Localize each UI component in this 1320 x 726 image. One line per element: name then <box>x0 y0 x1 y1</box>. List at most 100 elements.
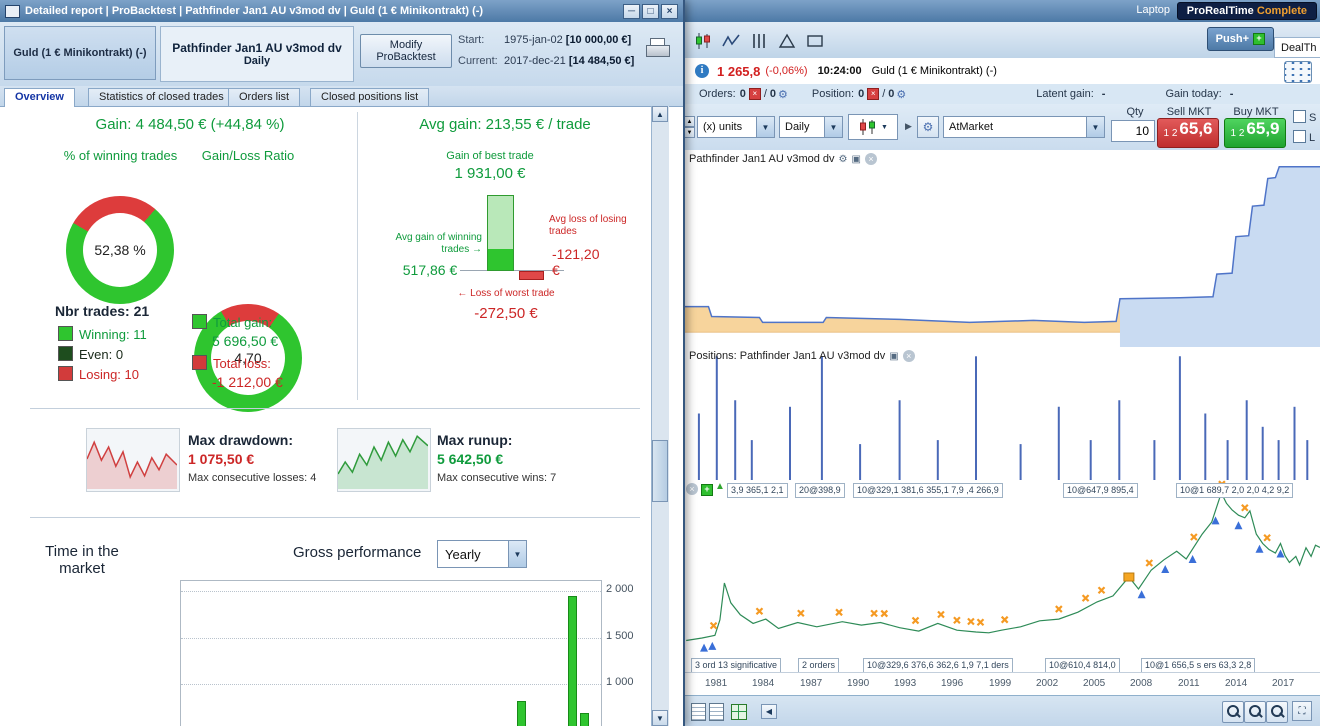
info-icon[interactable]: i <box>695 64 709 78</box>
orders-count: 0 <box>739 88 746 100</box>
print-icon[interactable] <box>646 38 670 60</box>
limit-checkbox-label: L <box>1309 132 1316 144</box>
avg-win-bar-segment <box>488 249 513 270</box>
order-settings-icon[interactable]: ⚙ <box>917 116 939 138</box>
arrow-up-icon: ▲ <box>715 481 725 492</box>
zoom-select-icon[interactable] <box>1266 701 1288 723</box>
position-settings-icon[interactable]: ⚙ <box>896 88 906 101</box>
zigzag-tool-icon[interactable] <box>717 28 745 54</box>
time-in-market-title: Time in the market <box>45 543 119 577</box>
max-runup-label: Max runup: <box>437 432 513 448</box>
scroll-up-icon[interactable]: ▲ <box>652 106 668 122</box>
trade-label[interactable]: 3,9 365,1 2,1 <box>727 483 788 498</box>
buy-mkt-button[interactable]: 1 2 65,9 <box>1224 118 1286 148</box>
price-chart[interactable] <box>683 480 1320 656</box>
zoom-in-icon[interactable] <box>1244 701 1266 723</box>
trade-label[interactable]: 10@329,1 381,6 355,1 7,9 ,4 266,9 <box>853 483 1003 498</box>
push-button[interactable]: Push+ + <box>1206 27 1274 51</box>
last-price: 1 265,8 <box>717 63 761 79</box>
chart-style-button[interactable]: ▼ <box>848 114 898 140</box>
add-indicator-icon[interactable]: + <box>701 484 713 496</box>
gross-performance-period-select[interactable]: Yearly ▼ <box>437 540 527 568</box>
runup-sparkline <box>337 428 431 492</box>
limit-checkbox[interactable]: L <box>1293 130 1315 144</box>
minimize-icon[interactable]: ─ <box>623 3 640 19</box>
tab-statistics[interactable]: Statistics of closed trades <box>88 88 235 106</box>
best-trade-bar <box>487 195 514 271</box>
y-axis-tick: 1 000 <box>606 676 634 688</box>
candlestick-tool-icon[interactable] <box>689 28 717 54</box>
worst-trade-label: ← Loss of worst trade <box>457 288 555 299</box>
units-select[interactable]: (x) units ▼ <box>697 116 775 138</box>
document-icon[interactable] <box>691 703 706 721</box>
ticker-row: i 1 265,8 (-0,06%) 10:24:00 Guld (1 € Mi… <box>683 58 1320 85</box>
document-icon[interactable] <box>709 703 724 721</box>
current-label: Current: <box>458 55 498 67</box>
runup-sparkline-svg <box>338 434 428 489</box>
stop-checkbox-label: S <box>1309 112 1317 124</box>
trade-label[interactable]: 2 orders <box>798 658 840 673</box>
panel-close-icon[interactable]: × <box>902 350 915 362</box>
cancel-orders-icon[interactable]: × <box>748 88 761 100</box>
sell-mkt-button[interactable]: 1 2 65,6 <box>1157 118 1219 148</box>
collapse-arrow-icon[interactable]: ▶ <box>905 121 912 132</box>
time-axis[interactable]: 1981 1984 1987 1990 1993 1996 1999 2002 2005 2008… <box>683 672 1320 696</box>
maximize-icon[interactable]: □ <box>642 3 659 19</box>
trade-label[interactable]: 10@1 689,7 2,0 2,0 4,2 9,2 <box>1176 483 1294 498</box>
trade-label[interactable]: 10@1 656,5 s ers 63,3 2,8 <box>1141 658 1256 673</box>
trade-label[interactable]: 10@329,6 376,6 362,6 1,9 7,1 ders <box>863 658 1013 673</box>
wrench-icon[interactable]: ⚙ <box>839 154 848 165</box>
fullscreen-icon[interactable]: ⛶ <box>1292 701 1312 721</box>
stop-checkbox[interactable]: S <box>1293 110 1316 124</box>
bottom-labels-row: 3 ord 13 significative 2 orders 10@329,6… <box>683 656 1320 673</box>
avg-gain-line: Avg gain: 213,55 € / trade <box>365 116 645 133</box>
x-axis-year: 2011 <box>1178 678 1200 689</box>
performance-bar <box>580 712 589 726</box>
zoom-out-icon[interactable] <box>1222 701 1244 723</box>
screen: Detailed report | ProBacktest | Pathfind… <box>0 0 1320 726</box>
scrollbar-thumb[interactable] <box>652 440 668 502</box>
equity-curve-chart[interactable] <box>683 150 1320 347</box>
trade-label[interactable]: 3 ord 13 significative <box>691 658 782 673</box>
trade-label[interactable]: 10@610,4 814,0 <box>1045 658 1120 673</box>
app-titlebar[interactable]: Laptop ProRealTime Complete <box>683 0 1320 22</box>
detailed-report-window: Detailed report | ProBacktest | Pathfind… <box>0 0 685 726</box>
instrument-button[interactable]: Guld (1 € Minikontrakt) (-) <box>4 26 156 80</box>
modify-probacktest-button[interactable]: Modify ProBacktest <box>360 34 452 68</box>
best-trade-value: 1 931,00 € <box>454 165 526 182</box>
x-axis-year: 2002 <box>1036 678 1059 689</box>
close-icon[interactable]: × <box>661 3 678 19</box>
position-count-2: 0 <box>888 88 895 100</box>
total-gain-value: 5 696,50 € <box>212 333 279 349</box>
tab-closed-positions[interactable]: Closed positions list <box>310 88 430 106</box>
orders-settings-icon[interactable]: ⚙ <box>778 88 788 101</box>
panel-close-icon[interactable]: × <box>864 153 877 165</box>
trade-label[interactable]: 10@647,9 895,4 <box>1063 483 1138 498</box>
spinner-up-icon[interactable]: ▲ <box>684 116 695 127</box>
orders-status-row: Orders: 0 × /0 ⚙ Position: 0 × /0 ⚙ Late… <box>683 84 1320 105</box>
panel-window-icon[interactable]: ▣ <box>889 351 898 362</box>
order-type-select[interactable]: AtMarket ▼ <box>943 116 1105 138</box>
report-titlebar[interactable]: Detailed report | ProBacktest | Pathfind… <box>0 0 683 22</box>
tab-overview[interactable]: Overview <box>4 88 75 107</box>
scroll-down-icon[interactable]: ▼ <box>652 710 668 726</box>
period-select[interactable]: Daily ▼ <box>779 116 843 138</box>
bottom-toolbar: ◀ ⛶ <box>683 695 1320 726</box>
sparkline-area <box>87 442 177 489</box>
grid-view-icon[interactable] <box>731 704 747 720</box>
panel-window-icon[interactable]: ▣ <box>852 154 861 165</box>
report-scrollbar[interactable]: ▲ ▼ <box>651 106 669 726</box>
positions-histogram-chart[interactable] <box>683 347 1320 480</box>
close-position-icon[interactable]: × <box>867 88 880 100</box>
price-change: (-0,06%) <box>765 65 808 77</box>
trading-keypad-icon[interactable] <box>1284 61 1312 83</box>
scroll-left-icon[interactable]: ◀ <box>761 704 777 719</box>
qty-input[interactable] <box>1111 120 1155 142</box>
bars-tool-icon[interactable] <box>745 28 773 54</box>
tab-orders-list[interactable]: Orders list <box>228 88 301 106</box>
panel-close-icon[interactable]: × <box>686 483 698 495</box>
rectangle-tool-icon[interactable] <box>801 28 829 54</box>
trade-label[interactable]: 20@398,9 <box>795 483 845 498</box>
spinner-down-icon[interactable]: ▼ <box>684 127 695 138</box>
triangle-tool-icon[interactable] <box>773 28 801 54</box>
